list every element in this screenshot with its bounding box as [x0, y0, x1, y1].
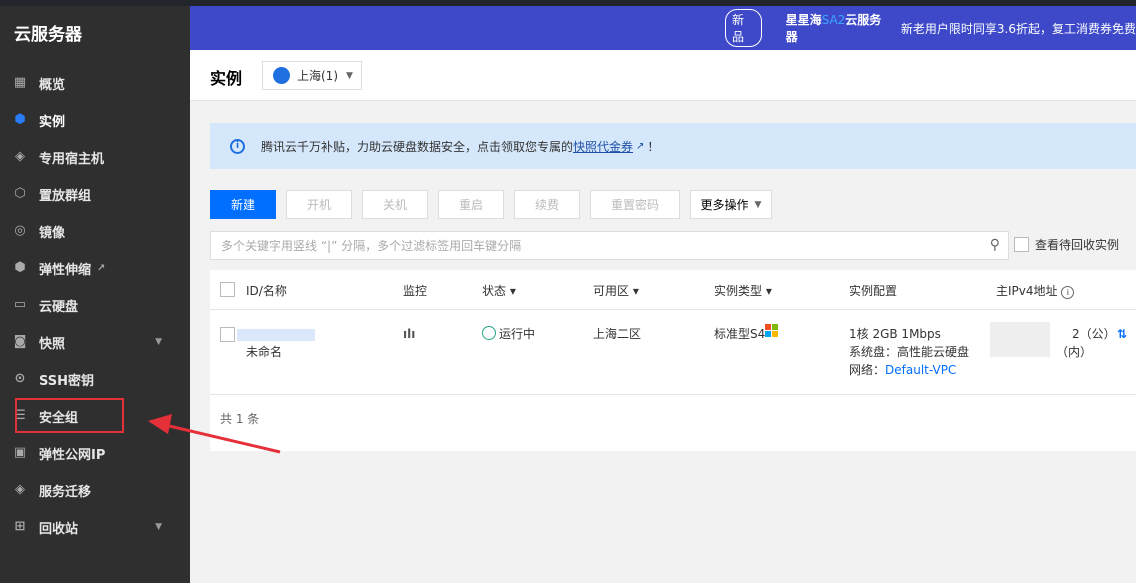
annotation-arrow [148, 414, 281, 454]
